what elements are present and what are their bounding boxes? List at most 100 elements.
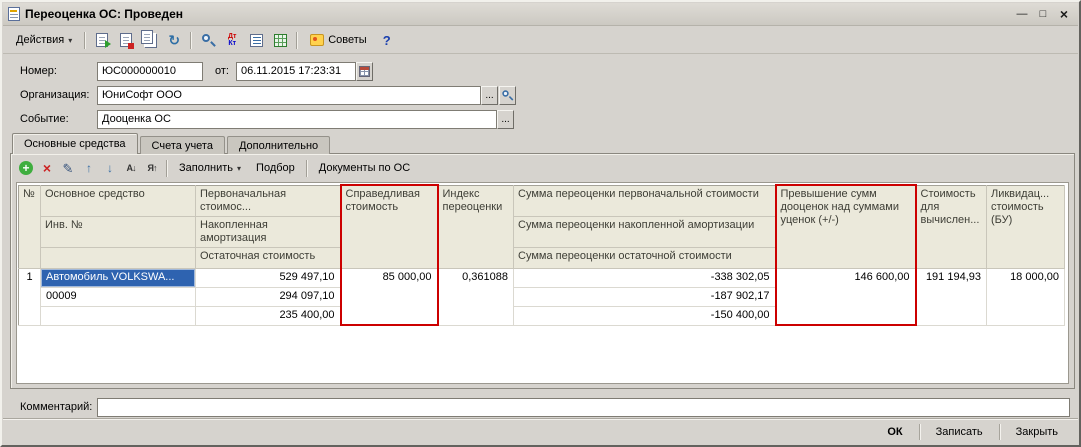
add-icon: + bbox=[19, 161, 33, 175]
tab-additional[interactable]: Дополнительно bbox=[226, 136, 331, 154]
cell-reval-depreciation[interactable]: -187 902,17 bbox=[513, 287, 776, 307]
col-header-initial-cost[interactable]: Первоначальная стоимос... bbox=[195, 185, 341, 217]
close-window-button[interactable]: Закрыть bbox=[1005, 423, 1069, 441]
col-header-accum-depreciation[interactable]: Накопленная амортизация bbox=[195, 216, 341, 248]
cell-inventory-number[interactable]: 00009 bbox=[40, 287, 196, 307]
number-field[interactable]: ЮС000000010 bbox=[97, 62, 203, 81]
fill-button[interactable]: Заполнить ▾ bbox=[172, 159, 248, 177]
assets-table-area: № Основное средство Первоначальная стоим… bbox=[16, 182, 1069, 384]
col-header-calc-cost[interactable]: Стоимость для вычислен... bbox=[915, 185, 987, 269]
find-button[interactable] bbox=[197, 29, 219, 51]
cell-reval-initial[interactable]: -338 302,05 bbox=[513, 268, 776, 288]
tab-fixed-assets[interactable]: Основные средства bbox=[12, 133, 138, 154]
event-label: Событие: bbox=[20, 113, 69, 125]
actions-button[interactable]: Действия ▾ bbox=[9, 31, 79, 49]
structure-button[interactable] bbox=[269, 29, 291, 51]
event-select-button[interactable]: ... bbox=[497, 110, 514, 129]
col-header-asset[interactable]: Основное средство bbox=[40, 185, 196, 217]
magnifier-icon bbox=[502, 90, 514, 102]
cell-initial-cost[interactable]: 529 497,10 bbox=[195, 268, 341, 288]
search-icon bbox=[201, 33, 216, 48]
dtkt-icon: Дт Кт bbox=[228, 33, 237, 47]
number-label: Номер: bbox=[20, 65, 57, 77]
post-icon bbox=[96, 33, 112, 48]
col-header-inventory-number[interactable]: Инв. № bbox=[40, 216, 196, 248]
pick-button[interactable]: Подбор bbox=[249, 159, 302, 177]
toolbar-separator bbox=[305, 159, 308, 177]
cancel-posting-button[interactable] bbox=[115, 29, 137, 51]
save-button[interactable]: Записать bbox=[925, 423, 994, 441]
col-header-reval-residual[interactable]: Сумма переоценки остаточной стоимости bbox=[513, 247, 776, 269]
cell-accum-depreciation[interactable]: 294 097,10 bbox=[195, 287, 341, 307]
post-document-button[interactable] bbox=[91, 29, 113, 51]
tips-icon bbox=[310, 34, 325, 46]
tips-button[interactable]: Советы bbox=[303, 31, 373, 49]
col-header-residual-cost[interactable]: Остаточная стоимость bbox=[195, 247, 341, 269]
date-field[interactable]: 06.11.2015 17:23:31 bbox=[236, 62, 356, 81]
reread-button[interactable]: ↻ bbox=[163, 29, 185, 51]
show-postings-button[interactable]: Дт Кт bbox=[221, 29, 243, 51]
add-row-button[interactable]: + bbox=[16, 158, 36, 178]
minimize-button[interactable]: — bbox=[1013, 6, 1031, 22]
sort-ascending-button[interactable]: А↓ bbox=[121, 158, 141, 178]
copy-icon bbox=[141, 30, 154, 44]
col-header-excess[interactable]: Превышение сумм дооценок над суммами уце… bbox=[774, 184, 917, 269]
cell-calc-cost[interactable]: 191 194,93 bbox=[915, 268, 987, 326]
fixed-assets-panel: + × ✎ ↑ ↓ А↓ Я↑ Заполнить ▾ Подбор Докум… bbox=[10, 153, 1075, 389]
sort-ascending-icon: А↓ bbox=[126, 163, 137, 173]
cell-asset-name[interactable]: Автомобиль VOLKSWA... bbox=[40, 268, 196, 288]
tips-label: Советы bbox=[328, 34, 367, 46]
col-header-fair-value[interactable]: Справедливая стоимость bbox=[339, 184, 439, 269]
documents-by-asset-label: Документы по ОС bbox=[318, 162, 411, 174]
titlebar[interactable]: Переоценка ОС: Проведен — □ × bbox=[3, 3, 1078, 26]
copy-document-button[interactable] bbox=[139, 29, 161, 51]
close-button[interactable]: × bbox=[1055, 6, 1073, 22]
date-label: от: bbox=[215, 65, 229, 77]
col-header-liquidation[interactable]: Ликвидац... стоимость (БУ) bbox=[986, 185, 1065, 269]
table-row: 1 Автомобиль VOLKSWA... 529 497,10 85 00… bbox=[18, 268, 1065, 326]
organization-field[interactable]: ЮниСофт ООО bbox=[97, 86, 481, 105]
cell-residual-cost[interactable]: 235 400,00 bbox=[195, 306, 341, 326]
toolbar-separator bbox=[84, 31, 87, 49]
move-down-button[interactable]: ↓ bbox=[100, 158, 120, 178]
cell-liquidation[interactable]: 18 000,00 bbox=[986, 268, 1065, 326]
calendar-button[interactable] bbox=[356, 62, 373, 81]
edit-icon: ✎ bbox=[62, 160, 74, 176]
toolbar-separator bbox=[190, 31, 193, 49]
toolbar-separator bbox=[166, 159, 168, 177]
cell-reval-index[interactable]: 0,361088 bbox=[437, 268, 514, 326]
bottom-bar: ОК Записать Закрыть bbox=[3, 418, 1078, 444]
cell-fair-value[interactable]: 85 000,00 bbox=[339, 268, 439, 326]
col-header-reval-initial[interactable]: Сумма переоценки первоначальной стоимост… bbox=[513, 185, 776, 217]
documents-by-asset-button[interactable]: Документы по ОС bbox=[312, 159, 417, 177]
col-header-reval-depreciation[interactable]: Сумма переоценки накопленной амортизации bbox=[513, 216, 776, 248]
cell-reval-residual[interactable]: -150 400,00 bbox=[513, 306, 776, 326]
maximize-button[interactable]: □ bbox=[1034, 6, 1052, 22]
col-header-reval-index[interactable]: Индекс переоценки bbox=[437, 185, 514, 269]
structure-icon bbox=[273, 33, 287, 47]
chevron-down-icon: ▾ bbox=[68, 35, 73, 45]
main-toolbar: Действия ▾ ↻ Дт Кт Советы ? bbox=[3, 27, 1078, 54]
organization-select-button[interactable]: ... bbox=[481, 86, 498, 105]
actions-label: Действия bbox=[16, 34, 65, 46]
help-icon: ? bbox=[382, 32, 391, 48]
help-button[interactable]: ? bbox=[376, 29, 398, 51]
event-field[interactable]: Дооценка ОС bbox=[97, 110, 497, 129]
cell-row-number[interactable]: 1 bbox=[18, 268, 41, 326]
ok-button[interactable]: ОК bbox=[876, 423, 913, 441]
comment-input[interactable] bbox=[97, 398, 1070, 417]
move-up-button[interactable]: ↑ bbox=[79, 158, 99, 178]
sort-descending-button[interactable]: Я↑ bbox=[142, 158, 162, 178]
document-list-button[interactable] bbox=[245, 29, 267, 51]
cell-asset-spacer[interactable] bbox=[40, 306, 196, 326]
window-controls: — □ × bbox=[1013, 6, 1073, 22]
list-icon bbox=[249, 33, 263, 47]
assets-table: № Основное средство Первоначальная стоим… bbox=[18, 184, 1065, 326]
col-header-num[interactable]: № bbox=[18, 185, 41, 269]
edit-row-button[interactable]: ✎ bbox=[58, 158, 78, 178]
delete-row-button[interactable]: × bbox=[37, 158, 57, 178]
organization-open-button[interactable] bbox=[499, 86, 516, 105]
cell-excess[interactable]: 146 600,00 bbox=[774, 268, 917, 326]
button-separator bbox=[998, 423, 1000, 440]
tab-accounts[interactable]: Счета учета bbox=[139, 136, 225, 154]
